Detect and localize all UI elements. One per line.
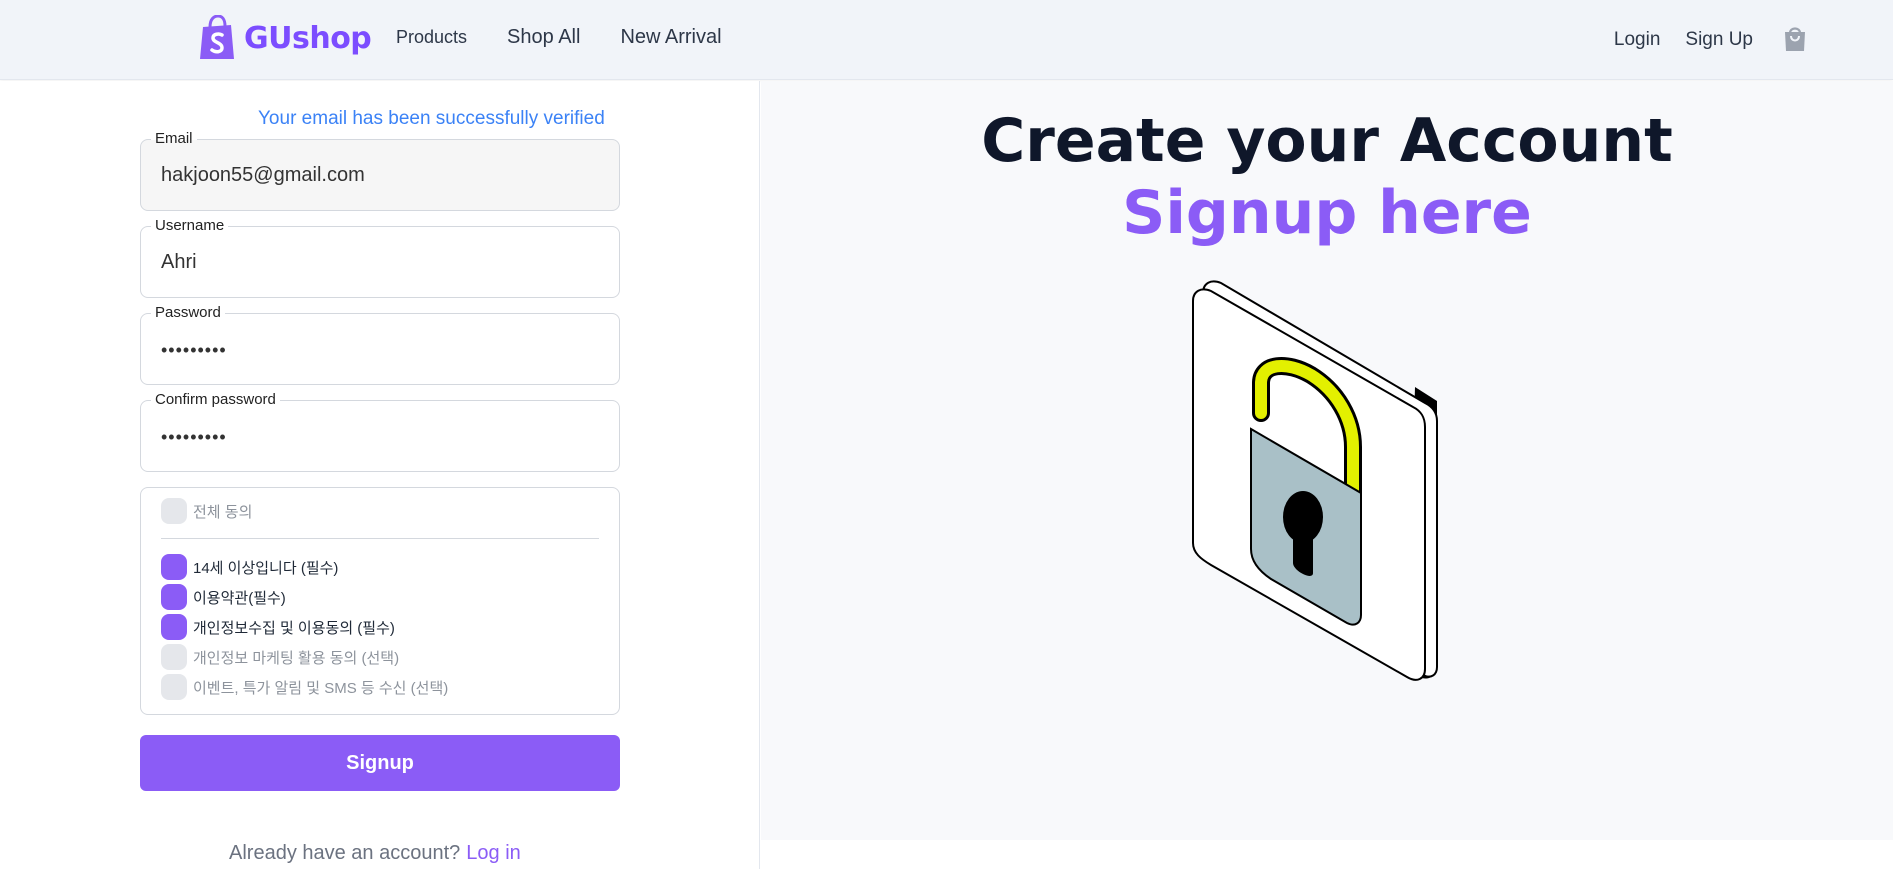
- checkbox-icon[interactable]: [161, 644, 187, 670]
- username-value[interactable]: Ahri: [161, 251, 197, 274]
- password-label: Password: [151, 304, 225, 322]
- top-navbar: GUshop Products Shop All New Arrival Log…: [0, 0, 1893, 80]
- term-label: 이벤트, 특가 알림 및 SMS 등 수신 (선택): [193, 679, 449, 697]
- term-age-checkbox[interactable]: 14세 이상입니다 (필수): [161, 554, 338, 580]
- hero-title: Create your Account: [981, 106, 1673, 176]
- unlocked-padlock-icon: [1192, 280, 1438, 681]
- term-label: 14세 이상입니다 (필수): [193, 559, 339, 577]
- divider: [161, 538, 599, 539]
- signup-link[interactable]: Sign Up: [1685, 29, 1753, 51]
- nav-shop-all[interactable]: Shop All: [507, 26, 580, 49]
- term-label: 이용약관(필수): [193, 589, 286, 607]
- term-label: 개인정보 마케팅 활용 동의 (선택): [193, 649, 400, 667]
- login-link[interactable]: Log in: [466, 842, 521, 864]
- username-field[interactable]: Username Ahri: [140, 217, 620, 298]
- term-privacy-checkbox[interactable]: 개인정보수집 및 이용동의 (필수): [161, 614, 395, 640]
- term-tos-checkbox[interactable]: 이용약관(필수): [161, 584, 286, 610]
- brand-name[interactable]: GUshop: [244, 21, 372, 56]
- auth-nav: Login Sign Up: [1589, 26, 1807, 54]
- agree-all-checkbox[interactable]: 전체 동의: [161, 498, 252, 524]
- term-marketing-checkbox[interactable]: 개인정보 마케팅 활용 동의 (선택): [161, 644, 399, 670]
- hero-panel: Create your Account Signup here: [761, 81, 1893, 840]
- checkbox-checked-icon[interactable]: [161, 614, 187, 640]
- term-label: 개인정보수집 및 이용동의 (필수): [193, 619, 395, 637]
- confirm-password-field[interactable]: Confirm password •••••••••: [140, 391, 620, 472]
- username-label: Username: [151, 217, 229, 235]
- signup-button[interactable]: Signup: [140, 735, 620, 791]
- password-field[interactable]: Password •••••••••: [140, 304, 620, 385]
- brand-logo[interactable]: GUshop: [198, 10, 372, 66]
- checkbox-checked-icon[interactable]: [161, 584, 187, 610]
- login-link[interactable]: Login: [1614, 29, 1661, 51]
- hero-subtitle: Signup here: [1122, 178, 1532, 248]
- email-value[interactable]: hakjoon55@gmail.com: [161, 164, 365, 187]
- email-label: Email: [151, 130, 197, 148]
- checkbox-icon[interactable]: [161, 674, 187, 700]
- agree-all-label: 전체 동의: [193, 503, 253, 521]
- nav-products[interactable]: Products: [396, 27, 467, 48]
- terms-agreement-box: 전체 동의 14세 이상입니다 (필수) 이용약관(필수) 개인정보수집 및 이…: [140, 487, 620, 715]
- main-nav: Products Shop All New Arrival: [396, 26, 762, 49]
- shopping-bag-icon[interactable]: [1783, 24, 1807, 52]
- confirm-password-value[interactable]: •••••••••: [161, 427, 227, 448]
- email-field[interactable]: Email hakjoon55@gmail.com: [140, 130, 620, 211]
- checkbox-icon[interactable]: [161, 498, 187, 524]
- password-value[interactable]: •••••••••: [161, 340, 227, 361]
- term-sms-checkbox[interactable]: 이벤트, 특가 알림 및 SMS 등 수신 (선택): [161, 674, 448, 700]
- login-prompt-text: Already have an account?: [229, 842, 461, 864]
- checkbox-checked-icon[interactable]: [161, 554, 187, 580]
- verification-message: Your email has been successfully verifie…: [258, 108, 605, 129]
- login-prompt: Already have an account? Log in: [229, 842, 521, 865]
- nav-new-arrival[interactable]: New Arrival: [620, 26, 721, 49]
- shopify-bag-icon: [200, 15, 234, 59]
- confirm-password-label: Confirm password: [151, 391, 280, 409]
- signup-form-panel: Your email has been successfully verifie…: [0, 81, 760, 869]
